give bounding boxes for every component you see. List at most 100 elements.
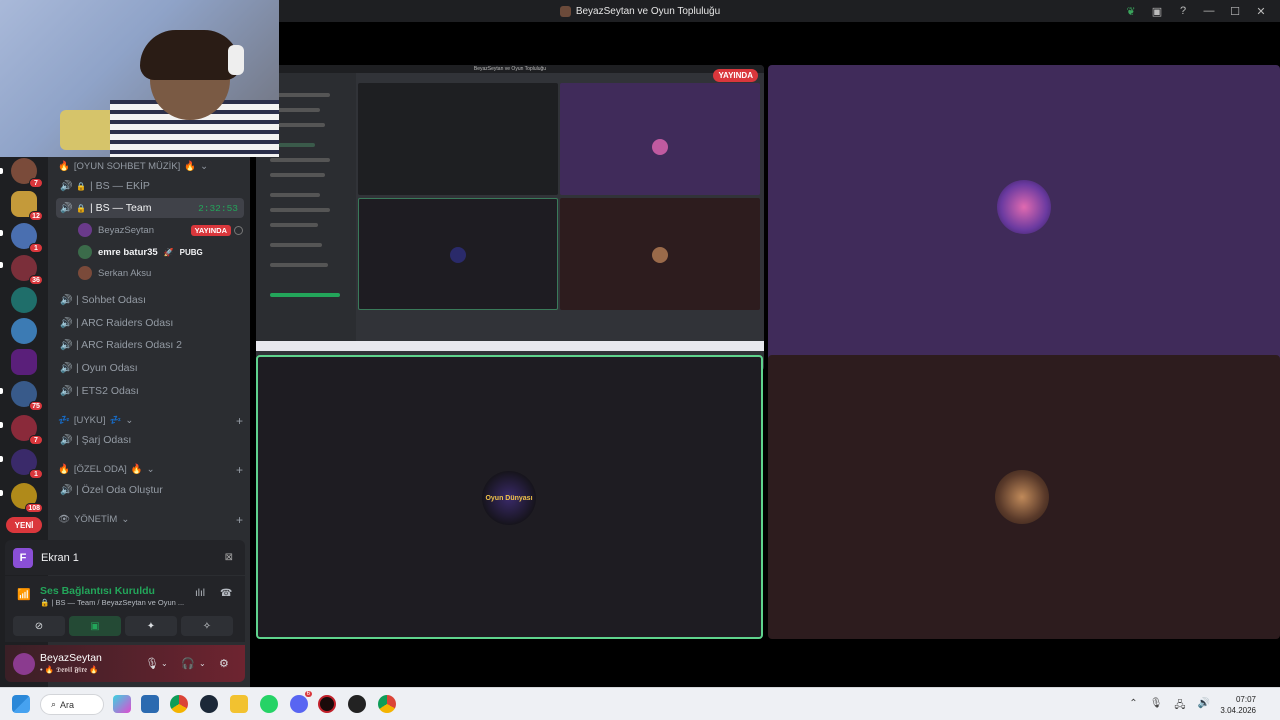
participant-tile-beyazseytan[interactable] (768, 65, 1280, 371)
guild-icon[interactable]: 108 (11, 483, 43, 513)
voice-channel-path[interactable]: 🔒 | BS — Team / BeyazSeytan ve Oyun ... (40, 598, 184, 607)
add-channel-icon[interactable]: + (236, 414, 243, 428)
chevron-up-icon[interactable]: ⌃ (1129, 698, 1137, 715)
windows-start-icon[interactable] (12, 695, 30, 713)
guild-icon[interactable] (11, 349, 37, 375)
member-name: Serkan Aksu (98, 267, 152, 279)
guild-icon[interactable]: 1 (11, 223, 43, 253)
guild-badge: 12 (29, 211, 43, 221)
leaf-icon[interactable]: ❦ (1118, 3, 1144, 19)
signal-icon[interactable]: 📶 (17, 588, 31, 601)
app-icon-red[interactable] (318, 695, 336, 713)
category-ozel[interactable]: 🔥 [ÖZEL ODA] 🔥 ⌄ + (58, 463, 243, 477)
close-button[interactable]: ✕ (1248, 3, 1274, 19)
mini-line (270, 263, 328, 267)
screen-icon[interactable]: ▣ (1144, 3, 1170, 19)
disconnect-icon[interactable]: ☎ (220, 588, 232, 599)
channel-sarj[interactable]: 🔊 | Şarj Odası (56, 430, 244, 450)
username[interactable]: BeyazSeytan (40, 652, 102, 664)
category-oyun[interactable]: 🔥 [OYUN SOHBET MÜZİK] 🔥 ⌄ (58, 161, 243, 172)
window-title-text: BeyazSeytan ve Oyun Topluluğu (575, 5, 721, 17)
stop-share-icon[interactable]: ⊠ (225, 552, 233, 563)
guild-badge: 75 (29, 401, 43, 411)
category-uyku[interactable]: 💤 [UYKU] 💤 ⌄ + (58, 414, 243, 428)
guild-badge: 1 (29, 243, 43, 253)
mini-line (270, 173, 325, 177)
channel-bs-team[interactable]: 🔊 🔒 | BS — Team 2:32:53 (56, 198, 244, 218)
channel-label: | Oyun Odası (76, 362, 138, 374)
file-explorer-icon[interactable] (230, 695, 248, 713)
guild-badge: 108 (25, 503, 43, 513)
flame-icon: 🔥 (58, 464, 70, 475)
channel-arc2[interactable]: 🔊 | ARC Raiders Odası 2 (56, 335, 244, 355)
avatar[interactable] (13, 653, 35, 675)
guild-icon[interactable]: 1 (11, 449, 43, 479)
settings-gear-icon[interactable]: ⚙ (219, 657, 229, 670)
mini-avatar (652, 139, 668, 155)
voice-member[interactable]: emre batur35 🚀 PUBG (78, 243, 243, 261)
chevron-down-icon[interactable]: ⌄ (161, 659, 168, 668)
screen-share-button[interactable]: ▣ (69, 616, 121, 636)
guild-icon[interactable]: 75 (11, 381, 43, 411)
discord-taskbar-icon[interactable]: 6 (290, 691, 312, 713)
guild-badge: 1 (29, 469, 43, 479)
screen-share-panel[interactable]: F Ekran 1 ⊠ (5, 540, 245, 575)
channel-sohbet[interactable]: 🔊 | Sohbet Odası (56, 290, 244, 310)
clock-time: 07:07 (1235, 695, 1256, 704)
guild-icon[interactable]: 36 (11, 255, 43, 285)
add-channel-icon[interactable]: + (236, 463, 243, 477)
watch-stream-icon[interactable] (234, 225, 243, 235)
taskbar-clock[interactable]: 07:07 3.04.2026 (1220, 694, 1256, 716)
microphone-icon[interactable]: 🎙 (1150, 698, 1163, 715)
lock-icon: 🔒 (76, 181, 86, 191)
maximize-button[interactable]: ☐ (1222, 3, 1248, 19)
store-icon[interactable] (141, 695, 159, 713)
obs-icon[interactable] (348, 695, 366, 713)
activities-button[interactable]: ✦ (125, 616, 177, 636)
guild-icon[interactable]: 12 (11, 191, 43, 221)
sleep-icon: 💤 (58, 415, 70, 426)
chrome-icon[interactable] (378, 695, 396, 713)
voice-member[interactable]: BeyazSeytan YAYINDA (78, 221, 243, 239)
guild-icon[interactable] (11, 287, 37, 313)
chrome-icon[interactable] (170, 695, 188, 713)
speaker-icon: 🔊 (60, 386, 73, 397)
whatsapp-icon[interactable] (260, 695, 278, 713)
copilot-icon[interactable] (113, 695, 131, 713)
guild-unread-pill (0, 490, 3, 496)
channel-label: | Şarj Odası (76, 434, 132, 446)
channel-ozel-olustur[interactable]: 🔊 | Özel Oda Oluştur (56, 480, 244, 500)
minimize-button[interactable]: — (1196, 3, 1222, 19)
channel-ets2[interactable]: 🔊 | ETS2 Odası (56, 381, 244, 401)
window-controls: ❦ ▣ ? — ☐ ✕ (1118, 3, 1274, 19)
network-icon[interactable]: 🖧 (1174, 698, 1185, 715)
participant-tile-emre[interactable]: Oyun Dünyası (256, 355, 763, 639)
add-channel-icon[interactable]: + (236, 513, 243, 527)
guild-icon[interactable]: 7 (11, 158, 43, 188)
soundboard-icon[interactable]: ılıl (195, 588, 205, 599)
screen-share-tile[interactable]: BeyazSeytan ve Oyun Topluluğu YAYINDA (256, 65, 764, 371)
volume-icon[interactable]: 🔊 (1198, 698, 1210, 715)
channel-oyun[interactable]: 🔊 | Oyun Odası (56, 358, 244, 378)
eye-icon: 👁 (58, 514, 71, 525)
taskbar-search[interactable]: ⌕ Ara (40, 694, 104, 715)
guild-icon[interactable]: 7 (11, 415, 43, 445)
effects-button[interactable]: ✧ (181, 616, 233, 636)
help-icon[interactable]: ? (1170, 3, 1196, 19)
camera-button[interactable]: ⊘ (13, 616, 65, 636)
steam-icon[interactable] (200, 695, 218, 713)
voice-member[interactable]: Serkan Aksu (78, 264, 243, 282)
speaker-icon: 🔊 (60, 363, 73, 374)
participant-tile-serkan[interactable] (768, 355, 1280, 639)
new-messages-badge[interactable]: YENİ (6, 517, 42, 533)
headphones-icon[interactable]: 🎧 (181, 657, 195, 670)
flame-icon: 🔥 (58, 161, 70, 172)
chevron-down-icon[interactable]: ⌄ (199, 659, 206, 668)
category-yonetim[interactable]: 👁 YÖNETİM ⌄ + (58, 513, 243, 527)
guild-icon[interactable] (11, 318, 37, 344)
microphone-icon[interactable]: 🎙 (145, 657, 159, 670)
screen-share-icon: ▣ (90, 620, 100, 632)
channel-arc1[interactable]: 🔊 | ARC Raiders Odası (56, 313, 244, 333)
voice-status[interactable]: Ses Bağlantısı Kuruldu (40, 585, 155, 597)
channel-bs-ekip[interactable]: 🔊 🔒 | BS — EKİP (56, 176, 244, 196)
